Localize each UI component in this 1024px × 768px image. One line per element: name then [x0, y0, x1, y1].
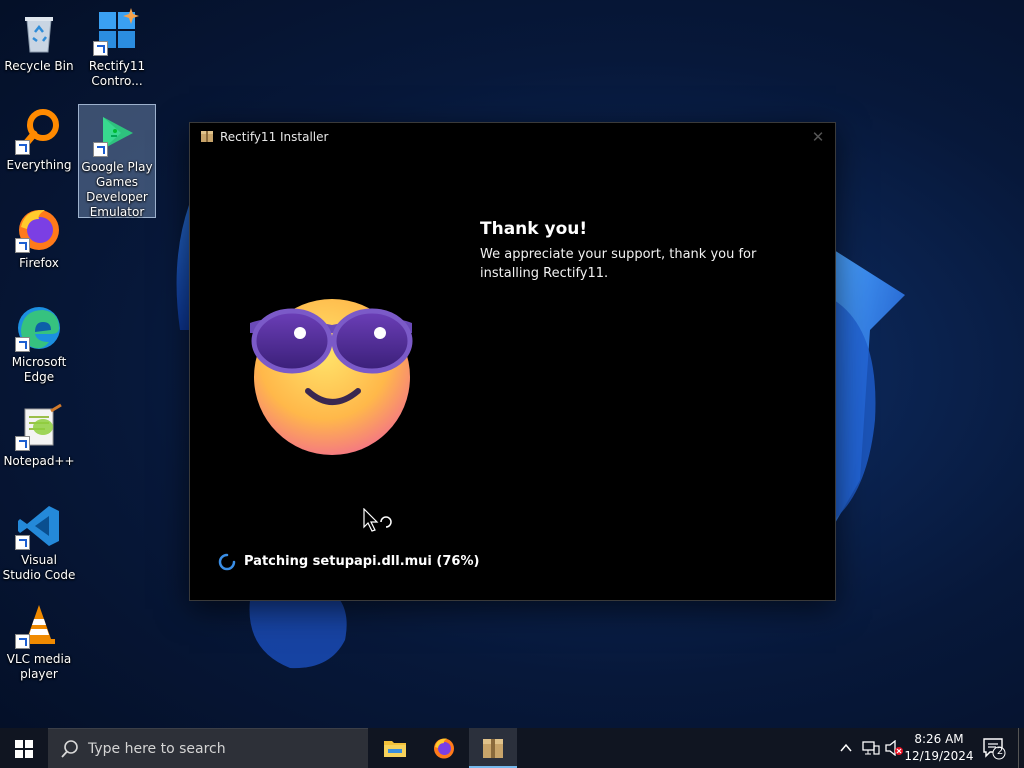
install-status-text: Patching setupapi.dll.mui (76%)	[244, 554, 480, 569]
vscode-icon	[15, 502, 63, 550]
desktop-icon-firefox[interactable]: Firefox	[1, 205, 77, 271]
desktop-icon-label: Visual Studio Code	[2, 553, 76, 582]
recycle-bin-icon	[15, 8, 63, 56]
desktop-icon-recycle-bin[interactable]: Recycle Bin	[1, 8, 77, 74]
installer-package-icon	[483, 739, 503, 758]
start-button[interactable]	[0, 728, 48, 768]
shortcut-arrow-icon	[15, 535, 30, 550]
notification-count-badge: 2	[996, 746, 1004, 757]
taskbar-search-box[interactable]: Type here to search	[48, 728, 368, 768]
shortcut-arrow-icon	[15, 634, 30, 649]
google-play-games-icon	[93, 109, 141, 157]
everything-search-icon	[15, 107, 63, 155]
desktop-icon-vlc[interactable]: VLC media player	[1, 601, 77, 682]
shortcut-arrow-icon	[15, 337, 30, 352]
desktop-icon-label: Firefox	[19, 256, 59, 270]
progress-spinner-icon	[218, 553, 236, 571]
thank-you-message: We appreciate your support, thank you fo…	[480, 247, 757, 281]
busy-cursor-icon	[363, 508, 392, 532]
system-clock[interactable]: 8:26 AM 12/19/2024	[904, 731, 974, 765]
shortcut-arrow-icon	[15, 238, 30, 253]
search-placeholder: Type here to search	[88, 741, 226, 757]
firefox-icon	[15, 205, 63, 253]
taskbar-firefox[interactable]	[420, 728, 468, 768]
desktop-icon-visual-studio-code[interactable]: Visual Studio Code	[1, 502, 77, 583]
title-bar[interactable]: Rectify11 Installer ✕	[190, 123, 835, 151]
show-desktop-button[interactable]	[1018, 728, 1024, 768]
volume-muted-icon[interactable]	[884, 740, 904, 756]
smiling-face-with-sunglasses-icon	[250, 299, 413, 455]
shortcut-arrow-icon	[93, 41, 108, 56]
desktop-icon-label: Recycle Bin	[4, 59, 74, 73]
desktop-icon-notepad-plus-plus[interactable]: Notepad++	[1, 403, 77, 469]
shortcut-arrow-icon	[93, 142, 108, 157]
desktop-icon-google-play-games[interactable]: Google Play Games Developer Emulator	[78, 104, 156, 219]
desktop-icon-label: Google Play Games Developer Emulator	[81, 160, 153, 219]
firefox-icon	[434, 738, 454, 759]
desktop-icon-rectify11-control[interactable]: Rectify11 Contro...	[79, 8, 155, 89]
notepad-plus-plus-icon	[15, 403, 63, 451]
taskbar: Type here to search 8:26 AM 12/19/2024 2	[0, 728, 1024, 768]
clock-time: 8:26 AM	[914, 732, 964, 746]
network-icon[interactable]	[862, 740, 880, 756]
desktop-icon-label: Everything	[6, 158, 72, 172]
shortcut-arrow-icon	[15, 436, 30, 451]
desktop-icon-label: Notepad++	[3, 454, 75, 468]
desktop-icon-label: Rectify11 Contro...	[88, 59, 146, 88]
shortcut-arrow-icon	[15, 140, 30, 155]
desktop-icon-microsoft-edge[interactable]: Microsoft Edge	[1, 304, 77, 385]
taskbar-rectify11-installer[interactable]	[469, 728, 517, 768]
file-explorer-icon	[384, 741, 406, 757]
notification-center-button[interactable]: 2	[982, 736, 1006, 760]
search-icon	[61, 740, 78, 758]
desktop-icon-everything[interactable]: Everything	[1, 107, 77, 173]
chevron-up-icon[interactable]	[838, 740, 854, 756]
thank-you-heading: Thank you!	[480, 219, 588, 239]
windows-logo-icon	[15, 740, 33, 758]
desktop-icon-label: Microsoft Edge	[11, 355, 67, 384]
close-button[interactable]: ✕	[809, 128, 827, 146]
vlc-cone-icon	[15, 601, 63, 649]
installer-window: Rectify11 Installer ✕ Thank you! We appr…	[189, 122, 836, 601]
window-title: Rectify11 Installer	[220, 130, 329, 144]
desktop-icon-label: VLC media player	[6, 652, 72, 681]
close-icon: ✕	[811, 128, 825, 146]
edge-icon	[15, 304, 63, 352]
rectify11-control-icon	[93, 8, 141, 56]
taskbar-file-explorer[interactable]	[371, 728, 419, 768]
installer-package-icon	[201, 131, 213, 142]
clock-date: 12/19/2024	[904, 749, 974, 763]
